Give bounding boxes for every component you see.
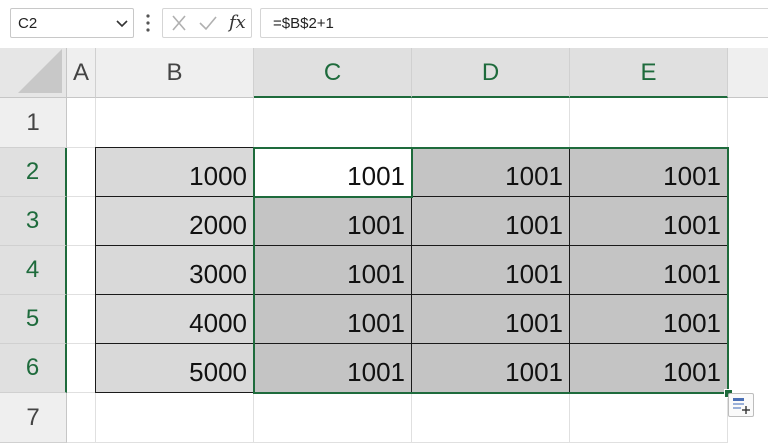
row-header-5[interactable]: 5 <box>0 295 67 344</box>
cell-e6[interactable]: 1001 <box>570 344 728 393</box>
cell-a7[interactable] <box>67 393 96 443</box>
cell-a1[interactable] <box>67 98 96 148</box>
cell-c7[interactable] <box>254 393 412 443</box>
cell-value: 1001 <box>505 259 563 289</box>
formula-input[interactable]: =$B$2+1 <box>260 8 768 38</box>
cell-a3[interactable] <box>67 197 96 246</box>
cell-value: 4000 <box>189 308 247 338</box>
row-number: 6 <box>25 354 40 381</box>
cell-value: 1001 <box>505 357 563 387</box>
cell-b7[interactable] <box>96 393 254 443</box>
row-header-3[interactable]: 3 <box>0 197 67 246</box>
cell-value: 1000 <box>189 161 247 191</box>
cell-b5[interactable]: 4000 <box>95 295 254 344</box>
formula-bar: C2 fx =$B$2+1 <box>0 0 768 48</box>
column-header-d[interactable]: D <box>412 48 570 98</box>
cell-a4[interactable] <box>67 246 96 295</box>
cell-value: 1001 <box>663 161 721 191</box>
name-box[interactable]: C2 <box>10 8 134 38</box>
cell-c4[interactable]: 1001 <box>254 246 412 295</box>
cell-value: 1001 <box>663 357 721 387</box>
select-all-button[interactable] <box>0 48 67 98</box>
cell-value: 1001 <box>505 210 563 240</box>
formula-buttons: fx <box>162 8 252 38</box>
cell-value: 1001 <box>663 210 721 240</box>
fx-icon[interactable]: fx <box>229 12 246 33</box>
cell-e2[interactable]: 1001 <box>570 147 728 197</box>
row-number: 4 <box>25 256 40 283</box>
cell-b4[interactable]: 3000 <box>95 246 254 295</box>
chevron-down-icon[interactable] <box>115 16 129 30</box>
cell-b1[interactable] <box>96 98 254 148</box>
check-icon[interactable] <box>197 9 219 37</box>
formula-text: =$B$2+1 <box>273 15 334 32</box>
row-header-7[interactable]: 7 <box>0 393 67 443</box>
quick-analysis-icon <box>733 398 750 414</box>
cell-c2[interactable]: 1001 <box>254 147 412 197</box>
cell-d7[interactable] <box>412 393 570 443</box>
row-number: 7 <box>26 403 40 431</box>
cell-value: 5000 <box>189 357 247 387</box>
cell-value: 1001 <box>347 308 405 338</box>
row-number: 1 <box>26 108 40 136</box>
cell-value: 1001 <box>505 161 563 191</box>
cell-d3[interactable]: 1001 <box>412 197 570 246</box>
cell-e3[interactable]: 1001 <box>570 197 728 246</box>
cell-value: 1001 <box>663 308 721 338</box>
cell-e7[interactable] <box>570 393 728 443</box>
cell-a5[interactable] <box>67 295 96 344</box>
cell-c3[interactable]: 1001 <box>254 197 412 246</box>
cell-value: 1001 <box>347 259 405 289</box>
cell-d4[interactable]: 1001 <box>412 246 570 295</box>
row-header-1[interactable]: 1 <box>0 98 67 148</box>
cell-b6[interactable]: 5000 <box>95 344 254 393</box>
cell-d2[interactable]: 1001 <box>412 147 570 197</box>
column-header-c[interactable]: C <box>254 48 412 98</box>
cell-b3[interactable]: 2000 <box>95 197 254 246</box>
cell-c6[interactable]: 1001 <box>254 344 412 393</box>
column-header-e[interactable]: E <box>570 48 728 98</box>
row-number: 3 <box>25 207 40 234</box>
column-header-b[interactable]: B <box>96 48 254 98</box>
quick-analysis-button[interactable] <box>728 393 754 417</box>
cell-b2[interactable]: 1000 <box>95 147 254 197</box>
cell-d6[interactable]: 1001 <box>412 344 570 393</box>
cell-value: 2000 <box>189 210 247 240</box>
cell-value: 1001 <box>347 161 405 191</box>
cell-e4[interactable]: 1001 <box>570 246 728 295</box>
cell-value: 1001 <box>347 210 405 240</box>
row-number: 2 <box>25 158 40 185</box>
cell-a6[interactable] <box>67 344 96 393</box>
worksheet-grid: A B C D E 1 2 3 4 5 6 7 1000 2000 3000 4… <box>0 48 768 448</box>
x-icon[interactable] <box>169 9 189 37</box>
row-header-6[interactable]: 6 <box>0 344 67 393</box>
name-box-value: C2 <box>18 15 38 32</box>
column-header-a[interactable]: A <box>67 48 96 98</box>
cell-a2[interactable] <box>67 148 96 197</box>
row-number: 5 <box>25 305 40 332</box>
cell-e5[interactable]: 1001 <box>570 295 728 344</box>
cell-d1[interactable] <box>412 98 570 148</box>
row-header-2[interactable]: 2 <box>0 148 67 197</box>
cell-e1[interactable] <box>570 98 728 148</box>
cell-value: 3000 <box>189 259 247 289</box>
cell-d5[interactable]: 1001 <box>412 295 570 344</box>
row-header-4[interactable]: 4 <box>0 246 67 295</box>
column-header-f[interactable] <box>728 48 768 98</box>
cell-c1[interactable] <box>254 98 412 148</box>
cell-value: 1001 <box>663 259 721 289</box>
cell-value: 1001 <box>505 308 563 338</box>
cell-value: 1001 <box>347 357 405 387</box>
cell-c5[interactable]: 1001 <box>254 295 412 344</box>
vertical-dots-icon[interactable] <box>145 13 151 33</box>
